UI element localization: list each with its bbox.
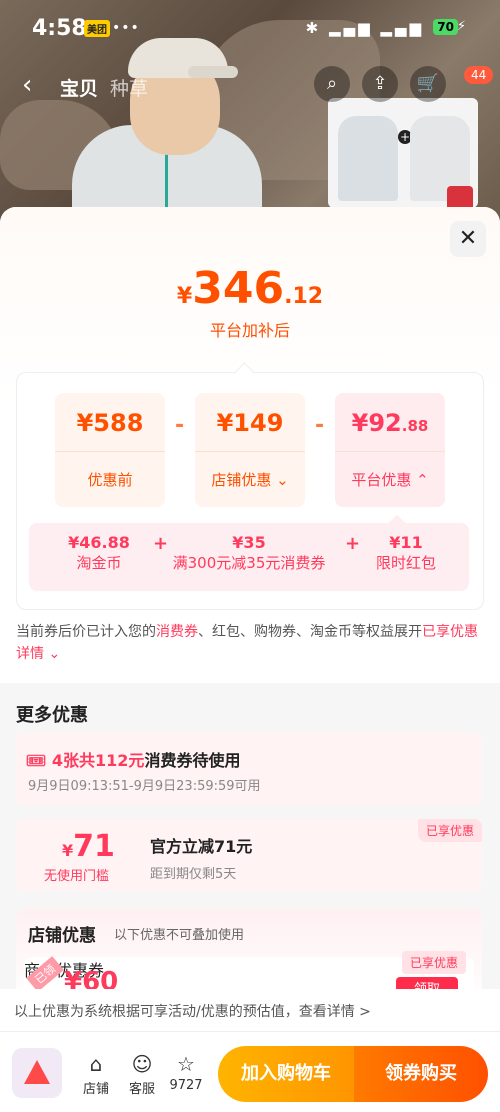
discount-detail-sheet: ✕ ¥346.12 平台加补后 ¥588 优惠前 - ¥149 店铺优惠 ⌄ -… <box>0 207 500 1111</box>
charging-icon: ⚡ <box>456 19 466 34</box>
status-bar: 4:58 美团 ••• ✱ ▂▄▆ ▂▄▆ 70 ⚡ <box>0 16 500 44</box>
claim-and-buy-button[interactable]: 领券购买 <box>354 1046 488 1102</box>
signal-icon: ✱ ▂▄▆ ▂▄▆ <box>305 19 424 37</box>
price-calculation: ¥588 优惠前 - ¥149 店铺优惠 ⌄ - ¥92.88 平台优惠 ⌃ ¥… <box>16 372 484 610</box>
service-button[interactable]: ☺ 客服 <box>122 1052 162 1097</box>
taojinbi-item: ¥46.88 淘金币 <box>68 533 130 572</box>
favorite-button[interactable]: ☆ 9727 <box>166 1052 206 1093</box>
add-to-cart-button[interactable]: 加入购物车 <box>218 1046 354 1102</box>
minus-sign: - <box>175 413 185 438</box>
platform-discount-breakdown: ¥46.88 淘金币 + ¥35 满300元减35元消费券 + ¥11 限时红包 <box>29 523 469 591</box>
tab-zhongcao[interactable]: 种草 <box>110 74 148 101</box>
shop-button[interactable]: ⌂ 店铺 <box>76 1052 116 1097</box>
coupon-pack-card[interactable]: 🎟 4张共112元消费券待使用 9月9日09:13:51-9月9日23:59:5… <box>16 733 482 805</box>
used-tag: 已享优惠 <box>401 951 466 974</box>
cart-icon[interactable]: 🛒 <box>410 66 446 102</box>
red-packet-item: ¥11 限时红包 <box>375 533 436 572</box>
tab-baobei[interactable]: 宝贝 <box>60 74 98 101</box>
status-time: 4:58 <box>32 16 87 41</box>
discount-note: 当前券后价已计入您的消费券、红包、购物券、淘金币等权益展开已享优惠详情 ⌄ <box>16 624 478 662</box>
used-tag: 已享优惠 <box>417 819 482 842</box>
back-button[interactable]: ‹ <box>22 70 32 100</box>
consumer-coupon-item: ¥35 满300元减35元消费券 <box>172 533 326 572</box>
bottom-action-bar: ⌂ 店铺 ☺ 客服 ☆ 9727 加入购物车 领券购买 <box>0 1031 500 1112</box>
shop-discount-cell[interactable]: ¥149 店铺优惠 ⌄ <box>195 393 305 507</box>
app-icon[interactable] <box>12 1048 62 1098</box>
final-price-caption: 平台加补后 <box>209 321 290 340</box>
cart-count-badge: 44 <box>464 66 494 84</box>
service-icon: ☺ <box>131 1052 153 1076</box>
share-icon[interactable]: ⇪ <box>362 66 398 102</box>
minus-sign: - <box>315 413 325 438</box>
official-discount-card[interactable]: 已享优惠 ¥71 无使用门槛 官方立减71元 距到期仅剩5天 <box>16 819 482 891</box>
model-cap <box>128 38 238 78</box>
final-price: ¥346.12 <box>176 263 324 314</box>
close-button[interactable]: ✕ <box>450 221 486 257</box>
jacket-thumb <box>338 116 398 201</box>
original-price-cell: ¥588 优惠前 <box>55 393 165 507</box>
shop-icon: ⌂ <box>89 1052 103 1076</box>
star-icon: ☆ <box>177 1052 195 1076</box>
more-discounts-title: 更多优惠 <box>16 705 88 726</box>
coupon-icon: 🎟 <box>26 751 47 770</box>
search-icon[interactable]: ⌕ <box>314 66 350 102</box>
meituan-notification-icon: 美团 <box>84 20 110 37</box>
estimate-notice[interactable]: 以上优惠为系统根据可享活动/优惠的预估值，查看详情 > <box>0 989 500 1031</box>
battery-icon: 70 <box>433 19 458 35</box>
platform-discount-cell[interactable]: ¥92.88 平台优惠 ⌃ <box>335 393 445 507</box>
more-notifications-icon: ••• <box>112 20 140 36</box>
